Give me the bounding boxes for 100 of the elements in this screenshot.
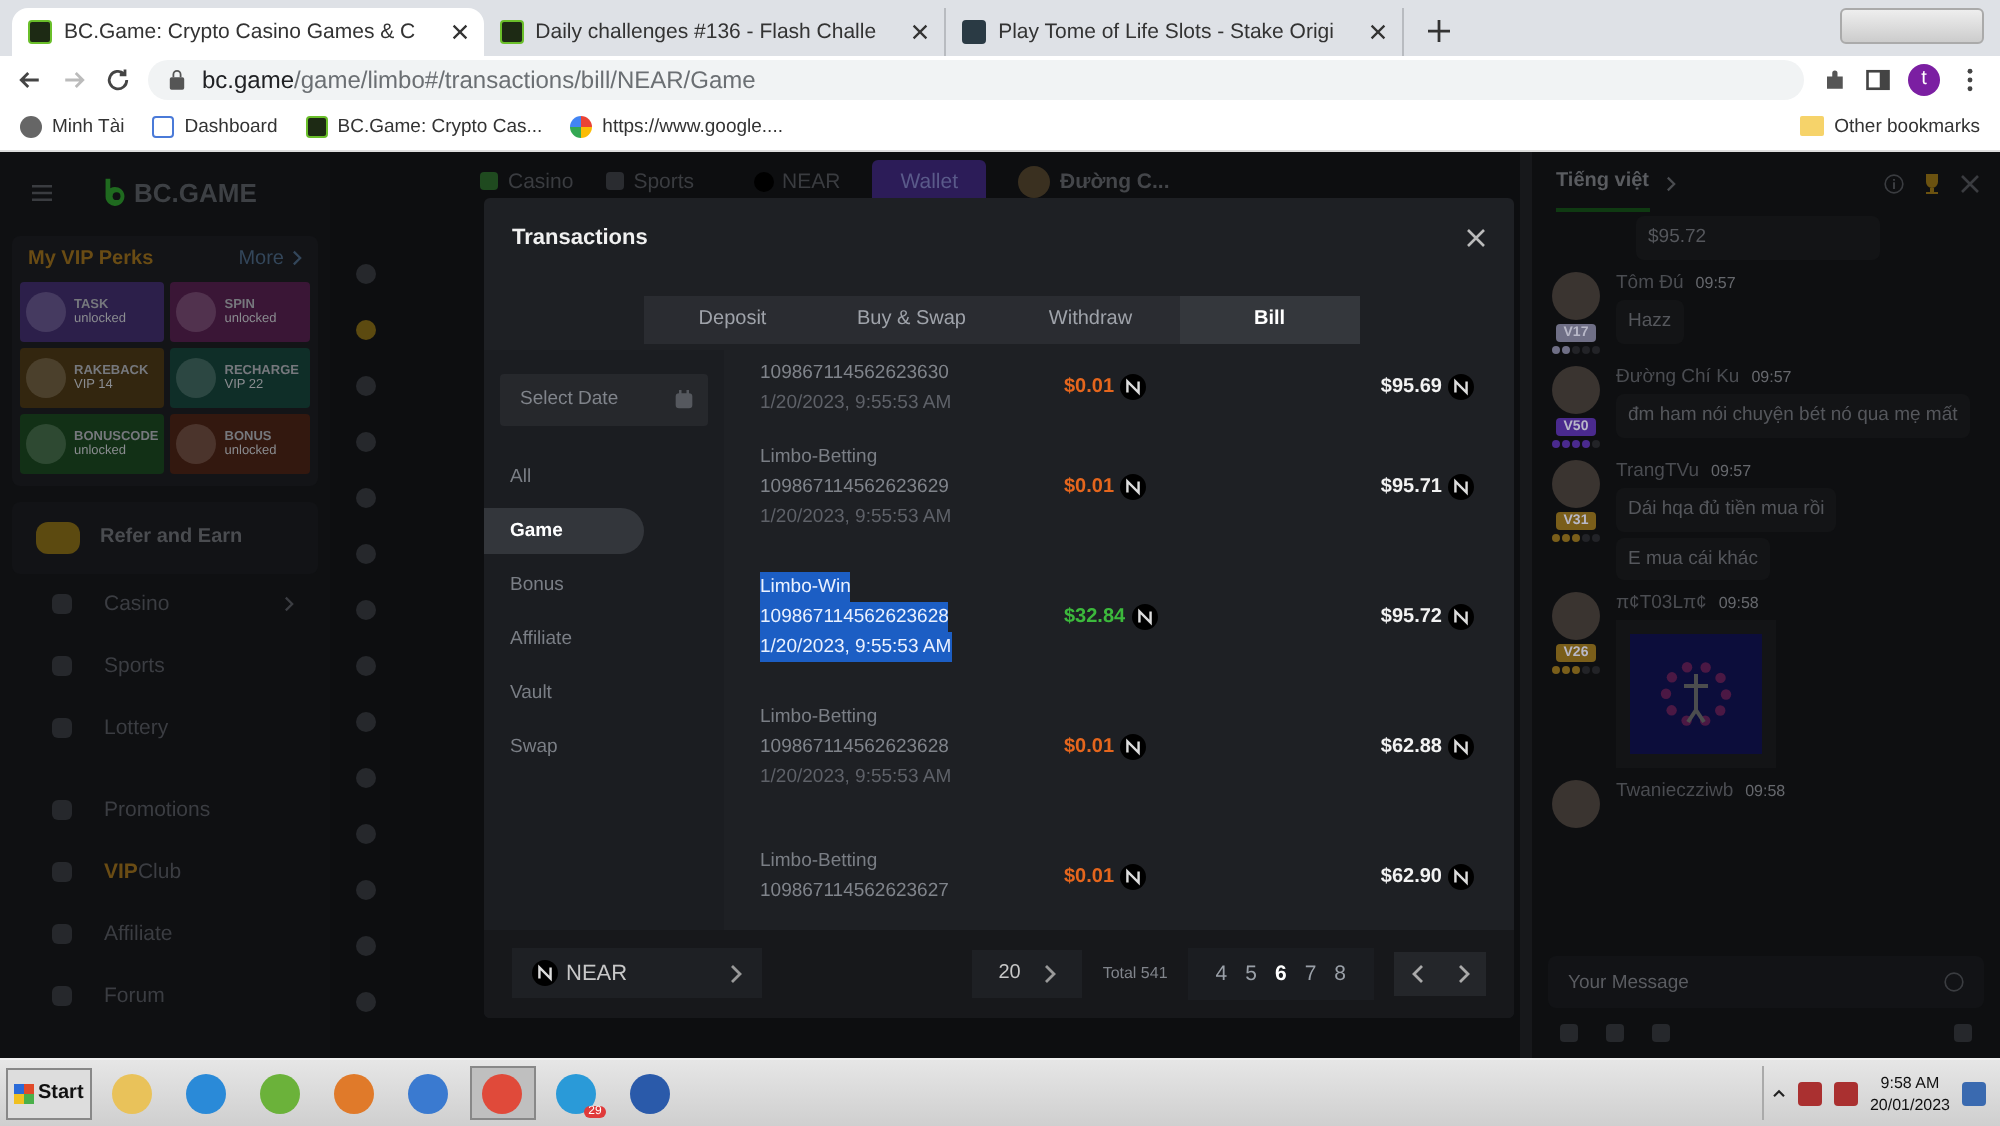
bookmark-link[interactable]: https://www.google....	[570, 115, 783, 138]
coin-icon	[1448, 374, 1474, 401]
page-size-selector[interactable]: 20	[972, 949, 1083, 998]
nav-icon	[52, 924, 72, 945]
trophy-icon[interactable]	[1920, 171, 1944, 196]
transaction-date: 1/20/2023, 9:55:53 AM	[760, 503, 952, 532]
avatar[interactable]	[1552, 592, 1600, 641]
chevron-right-icon	[1457, 963, 1469, 984]
perk-icon	[26, 291, 66, 332]
close-icon[interactable]	[1369, 23, 1386, 40]
page-number[interactable]: 7	[1300, 961, 1321, 986]
coin-icon	[532, 960, 558, 987]
start-button[interactable]: Start	[6, 1067, 92, 1120]
avatar[interactable]	[1552, 271, 1600, 320]
chevron-icon	[1044, 963, 1057, 984]
wallet-button[interactable]: Wallet	[872, 159, 987, 204]
other-bookmarks-link[interactable]: Other bookmarks	[1800, 115, 1980, 138]
chat-bubble: Hazz	[1616, 299, 1684, 343]
bookmark-link[interactable]: Minh Tài	[20, 115, 125, 138]
transaction-date: 1/20/2023, 9:55:53 AM	[760, 763, 952, 792]
user-name[interactable]: Twanieczziwb	[1616, 780, 1734, 803]
nav-icon	[52, 800, 72, 821]
close-icon[interactable]	[451, 23, 468, 40]
taskbar-app-icon[interactable]	[469, 1066, 536, 1121]
avatar[interactable]	[1552, 780, 1600, 829]
category-item[interactable]: All	[484, 453, 644, 500]
nav-icon	[52, 656, 72, 677]
clock-time[interactable]: 9:58 AM	[1880, 1071, 1940, 1094]
total-count: Total 541	[1102, 964, 1168, 983]
transaction-id: 109867114562623629	[760, 473, 949, 502]
date-field[interactable]: Select Date	[500, 373, 708, 426]
page-number[interactable]: 5	[1241, 961, 1261, 986]
bookmark-link[interactable]: BC.Game: Crypto Cas...	[305, 115, 543, 138]
transaction-id: 109867114562623627	[760, 878, 949, 907]
language-tab[interactable]: Tiếng việt	[1556, 154, 1649, 213]
transaction-date: 1/20/2023, 9:55:53 AM	[760, 389, 952, 418]
amount: $32.84	[1064, 605, 1126, 628]
page-number[interactable]: 6	[1270, 961, 1291, 986]
nav-icon	[52, 718, 72, 739]
perk-icon	[26, 423, 66, 464]
message-time: 09:57	[1695, 273, 1736, 292]
message-time: 09:57	[1751, 367, 1792, 386]
currency-selector[interactable]: NEAR	[512, 948, 762, 999]
lock-icon	[168, 68, 186, 91]
coin-icon	[1448, 863, 1474, 890]
user-name[interactable]: TrangTVu	[1616, 459, 1700, 482]
close-icon[interactable]	[1466, 227, 1486, 248]
chevron-icon	[1665, 175, 1675, 192]
coin-icon	[1448, 603, 1474, 630]
amount: $0.01	[1064, 475, 1115, 498]
category-item[interactable]: Affiliate	[484, 615, 644, 662]
tab[interactable]: Bill	[1180, 295, 1359, 344]
user-name[interactable]: π¢T03Lπ¢	[1616, 592, 1707, 615]
user-name[interactable]: Tôm Đú	[1616, 271, 1684, 294]
window-controls-icon[interactable]	[1840, 7, 1984, 44]
message-time: 09:58	[1718, 594, 1759, 613]
clock-date[interactable]: 20/01/2023	[1869, 1093, 1950, 1116]
chevron-left-icon	[1411, 963, 1423, 984]
page-number[interactable]: 4	[1211, 961, 1232, 986]
user-name[interactable]: Đường Chí Ku	[1616, 365, 1740, 388]
panel-title: My VIP Perks	[28, 247, 156, 270]
tab[interactable]: Buy & Swap	[822, 295, 1001, 344]
reload-icon[interactable]	[104, 65, 132, 94]
browser-tab[interactable]: BC.Game: Crypto Casino Games & C	[12, 7, 484, 56]
expand-icon[interactable]	[1771, 1088, 1786, 1099]
category-item[interactable]: Bonus	[484, 561, 644, 608]
category-item[interactable]: Vault	[484, 669, 644, 716]
perk-icon	[176, 291, 217, 332]
tab[interactable]: Deposit	[643, 295, 822, 344]
chevron-icon	[292, 250, 302, 267]
profile-avatar[interactable]: t	[1908, 63, 1940, 96]
balance: $95.69	[1380, 376, 1442, 399]
category-item[interactable]: Game	[484, 507, 644, 554]
bookmark-link[interactable]: Dashboard	[152, 115, 278, 138]
transaction-id: 109867114562623628	[760, 601, 949, 632]
balance: $62.88	[1380, 735, 1442, 758]
avatar[interactable]	[1552, 365, 1600, 414]
emoji-icon[interactable]	[1944, 972, 1964, 993]
tab[interactable]: Withdraw	[1001, 295, 1180, 344]
message-time: 09:57	[1711, 461, 1752, 480]
coin-icon	[1120, 733, 1147, 760]
transaction-type: Limbo-Betting	[760, 443, 878, 472]
favicon-icon	[499, 19, 524, 44]
info-icon[interactable]	[1884, 173, 1904, 194]
amount: $0.01	[1064, 865, 1115, 888]
nav-icon	[52, 862, 72, 883]
message-field[interactable]: Your Message	[1548, 956, 1984, 1009]
side-panel-icon[interactable]	[1864, 65, 1892, 94]
coin-icon	[1120, 863, 1147, 890]
sticker-image	[1630, 634, 1762, 755]
transaction-type: Limbo-Betting	[760, 848, 878, 877]
logo-icon	[104, 178, 126, 209]
avatar[interactable]	[1552, 459, 1600, 508]
page-number[interactable]: 8	[1330, 961, 1350, 986]
new-tab-icon[interactable]	[1427, 19, 1450, 42]
category-item[interactable]: Swap	[484, 723, 644, 770]
perk-icon	[176, 423, 217, 464]
address-bar[interactable]: bc.game/game/limbo#/transactions/bill/NEAR/Game	[148, 59, 1804, 100]
message-time: 09:58	[1745, 782, 1786, 801]
close-icon[interactable]	[912, 23, 929, 40]
